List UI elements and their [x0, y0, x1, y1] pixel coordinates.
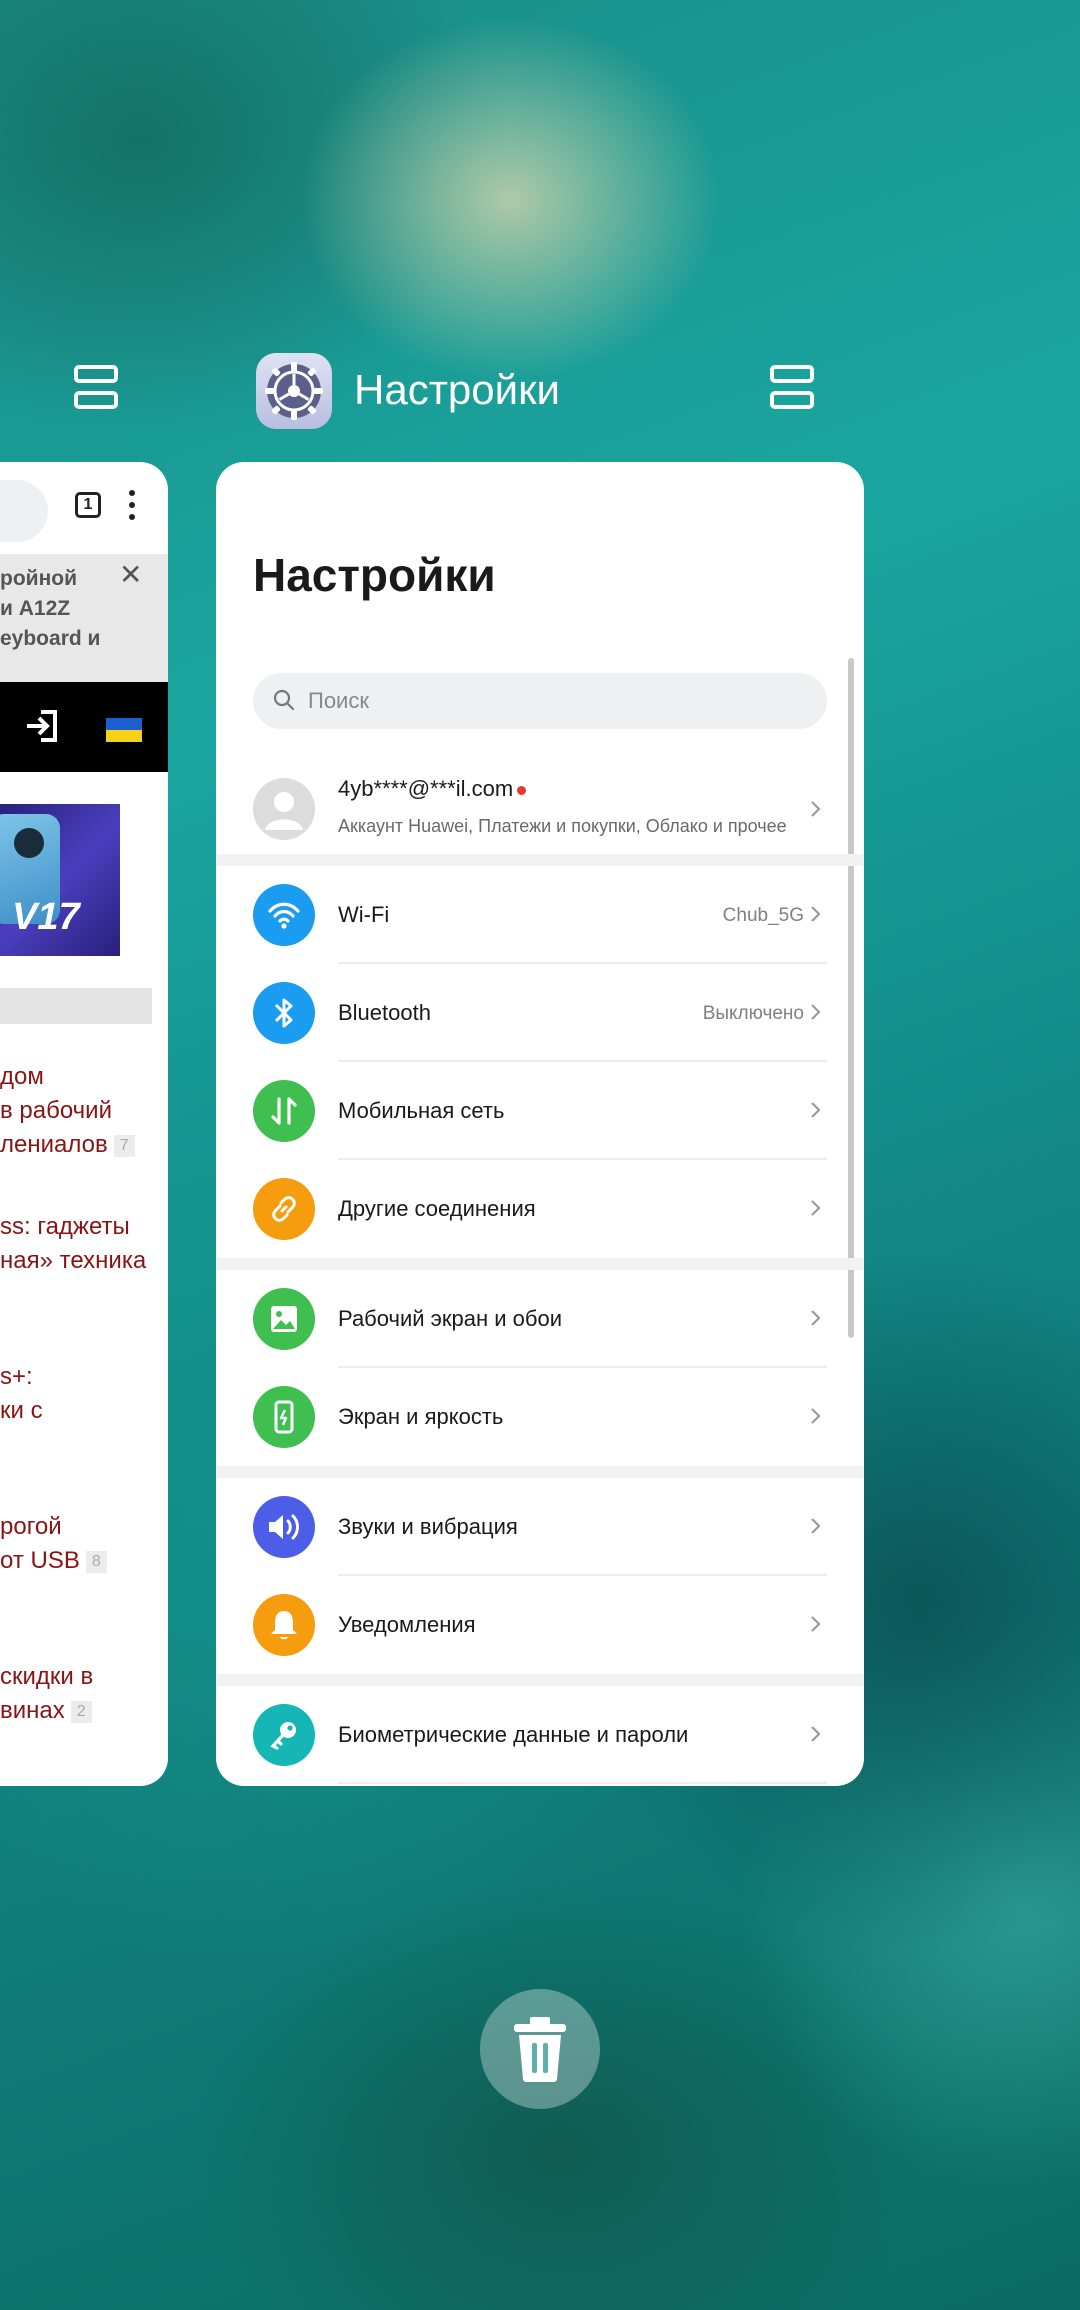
row-divider — [338, 1782, 827, 1784]
split-screen-icon-left[interactable] — [74, 365, 118, 409]
key-icon — [253, 1704, 315, 1766]
page-title: Настройки — [253, 549, 496, 601]
article-link[interactable]: ss: гаджеты ная» техника — [0, 1210, 146, 1278]
article-link-line: s+: — [0, 1363, 33, 1390]
mobile-data-icon — [253, 1080, 315, 1142]
article-link[interactable]: s+: ки с — [0, 1360, 43, 1428]
phone-promo-text: V17 — [12, 896, 80, 938]
settings-item-notifications[interactable]: Уведомления — [216, 1576, 864, 1674]
comment-count: 8 — [85, 1550, 107, 1573]
tab-count-icon[interactable]: 1 — [75, 492, 101, 518]
article-link-line: винах — [0, 1697, 65, 1724]
chevron-right-icon — [811, 1616, 821, 1632]
settings-item-label: Уведомления — [338, 1612, 476, 1637]
settings-item-sounds[interactable]: Звуки и вибрация — [216, 1478, 864, 1576]
account-email: 4yb****@***il.com — [338, 774, 527, 804]
chevron-right-icon — [811, 1726, 821, 1742]
settings-item-other-connections[interactable]: Другие соединения — [216, 1160, 864, 1258]
banner-line: eyboard и — [0, 627, 101, 650]
search-icon — [273, 689, 295, 711]
avatar — [253, 778, 315, 840]
settings-item-home-screen[interactable]: Рабочий экран и обои — [216, 1270, 864, 1368]
chevron-right-icon — [811, 1004, 821, 1020]
link-icon — [253, 1178, 315, 1240]
settings-item-bluetooth[interactable]: Bluetooth Выключено — [216, 964, 864, 1062]
section-separator — [216, 854, 864, 866]
chevron-right-icon — [811, 801, 821, 817]
article-link-line: ки с — [0, 1397, 43, 1424]
trash-icon — [514, 2017, 566, 2082]
settings-item-label: Wi-Fi — [338, 902, 390, 927]
article-link-line: скидки в — [0, 1663, 94, 1690]
phone-promo-image[interactable]: V17 — [0, 804, 120, 956]
chevron-right-icon — [811, 1310, 821, 1326]
article-link[interactable]: дом в рабочий лениалов 7 — [0, 1060, 135, 1162]
settings-item-label: Биометрические данные и пароли — [338, 1722, 689, 1747]
chevron-right-icon — [811, 1518, 821, 1534]
chevron-right-icon — [811, 1408, 821, 1424]
section-separator — [216, 1674, 864, 1686]
settings-item-mobile-network[interactable]: Мобильная сеть — [216, 1062, 864, 1160]
notification-dot — [517, 785, 527, 795]
settings-app-icon — [256, 353, 332, 429]
settings-item-label: Звуки и вибрация — [338, 1514, 518, 1539]
settings-item-label: Рабочий экран и обои — [338, 1306, 563, 1331]
chevron-right-icon — [811, 906, 821, 922]
banner-line: и A12Z — [0, 597, 71, 620]
wifi-icon — [253, 884, 315, 946]
article-link-line: в рабочий — [0, 1097, 112, 1124]
section-separator — [216, 1466, 864, 1478]
article-link-line: ная» техника — [0, 1247, 147, 1274]
article-link-line: ss: гаджеты — [0, 1213, 130, 1240]
article-link-line: дом — [0, 1063, 44, 1090]
settings-item-label: Другие соединения — [338, 1196, 536, 1221]
chevron-right-icon — [811, 1200, 821, 1216]
ukraine-flag-icon[interactable] — [106, 718, 142, 742]
sound-icon — [253, 1496, 315, 1558]
bluetooth-icon — [253, 982, 315, 1044]
chevron-right-icon — [811, 1102, 821, 1118]
settings-app-card[interactable]: Настройки Поиск 4yb****@***il.com Аккаун… — [216, 462, 864, 1786]
settings-item-label: Bluetooth — [338, 1000, 431, 1025]
account-row[interactable]: 4yb****@***il.com Аккаунт Huawei, Платеж… — [216, 762, 864, 858]
wallpaper-icon — [253, 1288, 315, 1350]
settings-item-value: Выключено — [702, 1003, 804, 1024]
settings-item-label: Мобильная сеть — [338, 1098, 505, 1123]
settings-item-display[interactable]: Экран и яркость — [216, 1368, 864, 1466]
account-subtitle: Аккаунт Huawei, Платежи и покупки, Облак… — [338, 816, 787, 836]
browser-app-card[interactable]: 1 ройной и A12Z eyboard и ✕ V17 дом в ра… — [0, 462, 168, 1786]
app-title: Настройки — [354, 366, 560, 413]
split-screen-icon-right[interactable] — [770, 365, 814, 409]
section-separator — [216, 1258, 864, 1270]
banner-close-icon[interactable]: ✕ — [119, 558, 142, 591]
comment-count: 7 — [113, 1134, 135, 1157]
article-link-line: лениалов — [0, 1131, 108, 1158]
display-icon — [253, 1386, 315, 1448]
settings-item-value: Chub_5G — [722, 905, 804, 926]
article-link[interactable]: скидки в винах 2 — [0, 1660, 93, 1728]
search-input[interactable]: Поиск — [253, 673, 827, 729]
article-link[interactable]: рогой от USB 8 — [0, 1510, 107, 1578]
article-link-line: рогой — [0, 1513, 62, 1540]
browser-url-bar[interactable] — [0, 480, 48, 542]
article-link-line: от USB — [0, 1547, 80, 1574]
bell-icon — [253, 1594, 315, 1656]
settings-item-label: Экран и яркость — [338, 1404, 504, 1429]
section-divider — [0, 988, 152, 1024]
login-icon[interactable] — [23, 706, 63, 746]
settings-item-wifi[interactable]: Wi-Fi Chub_5G — [216, 866, 864, 964]
account-email-text: 4yb****@***il.com — [338, 776, 514, 801]
clear-all-button[interactable] — [480, 1989, 600, 2109]
settings-item-biometrics[interactable]: Биометрические данные и пароли — [216, 1686, 864, 1784]
search-placeholder: Поиск — [308, 688, 369, 713]
comment-count: 2 — [70, 1700, 92, 1723]
browser-menu-icon[interactable] — [128, 490, 136, 522]
